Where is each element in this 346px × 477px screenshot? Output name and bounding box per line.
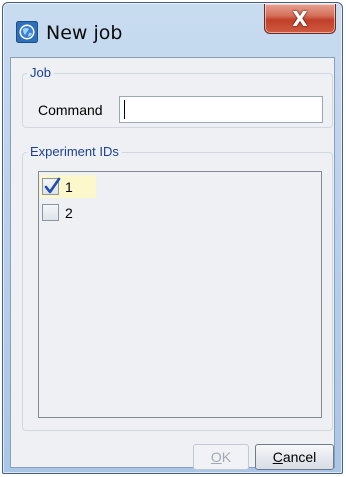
checkmark-icon bbox=[44, 177, 61, 194]
experiment-2-label: 2 bbox=[65, 204, 73, 221]
experiment-2-checkbox[interactable] bbox=[42, 204, 59, 221]
experiment-ids-group: Experiment IDs 1 2 bbox=[22, 144, 333, 431]
experiment-ids-list[interactable]: 1 2 bbox=[38, 171, 322, 418]
dialog-content: Job Command Experiment IDs 1 2 O K C anc… bbox=[10, 57, 335, 470]
job-group: Job Command bbox=[22, 65, 333, 128]
app-globe-icon bbox=[16, 21, 38, 43]
ok-mnemonic: O bbox=[210, 449, 222, 465]
ok-button[interactable]: OK bbox=[193, 444, 249, 470]
close-button[interactable]: X bbox=[264, 4, 336, 34]
dialog-window: New job X Job Command Experiment IDs 1 2… bbox=[2, 2, 343, 474]
cancel-button[interactable]: Cancel bbox=[255, 444, 334, 470]
job-group-legend: Job bbox=[27, 65, 54, 80]
cancel-label-rest: ancel bbox=[282, 449, 317, 465]
command-input[interactable] bbox=[119, 96, 323, 123]
experiment-ids-legend: Experiment IDs bbox=[27, 144, 122, 159]
experiment-1-checkbox[interactable] bbox=[42, 177, 61, 195]
text-caret bbox=[124, 100, 125, 119]
command-label: Command bbox=[38, 102, 103, 118]
title-bar[interactable]: New job X bbox=[3, 3, 342, 57]
experiment-1-label: 1 bbox=[65, 178, 73, 195]
close-icon: X bbox=[292, 6, 308, 31]
ok-label-rest: K bbox=[221, 449, 232, 465]
window-title: New job bbox=[46, 22, 123, 44]
list-item-experiment-1[interactable]: 1 bbox=[40, 175, 96, 198]
cancel-mnemonic: C bbox=[272, 449, 283, 465]
list-item-experiment-2[interactable]: 2 bbox=[40, 201, 96, 224]
